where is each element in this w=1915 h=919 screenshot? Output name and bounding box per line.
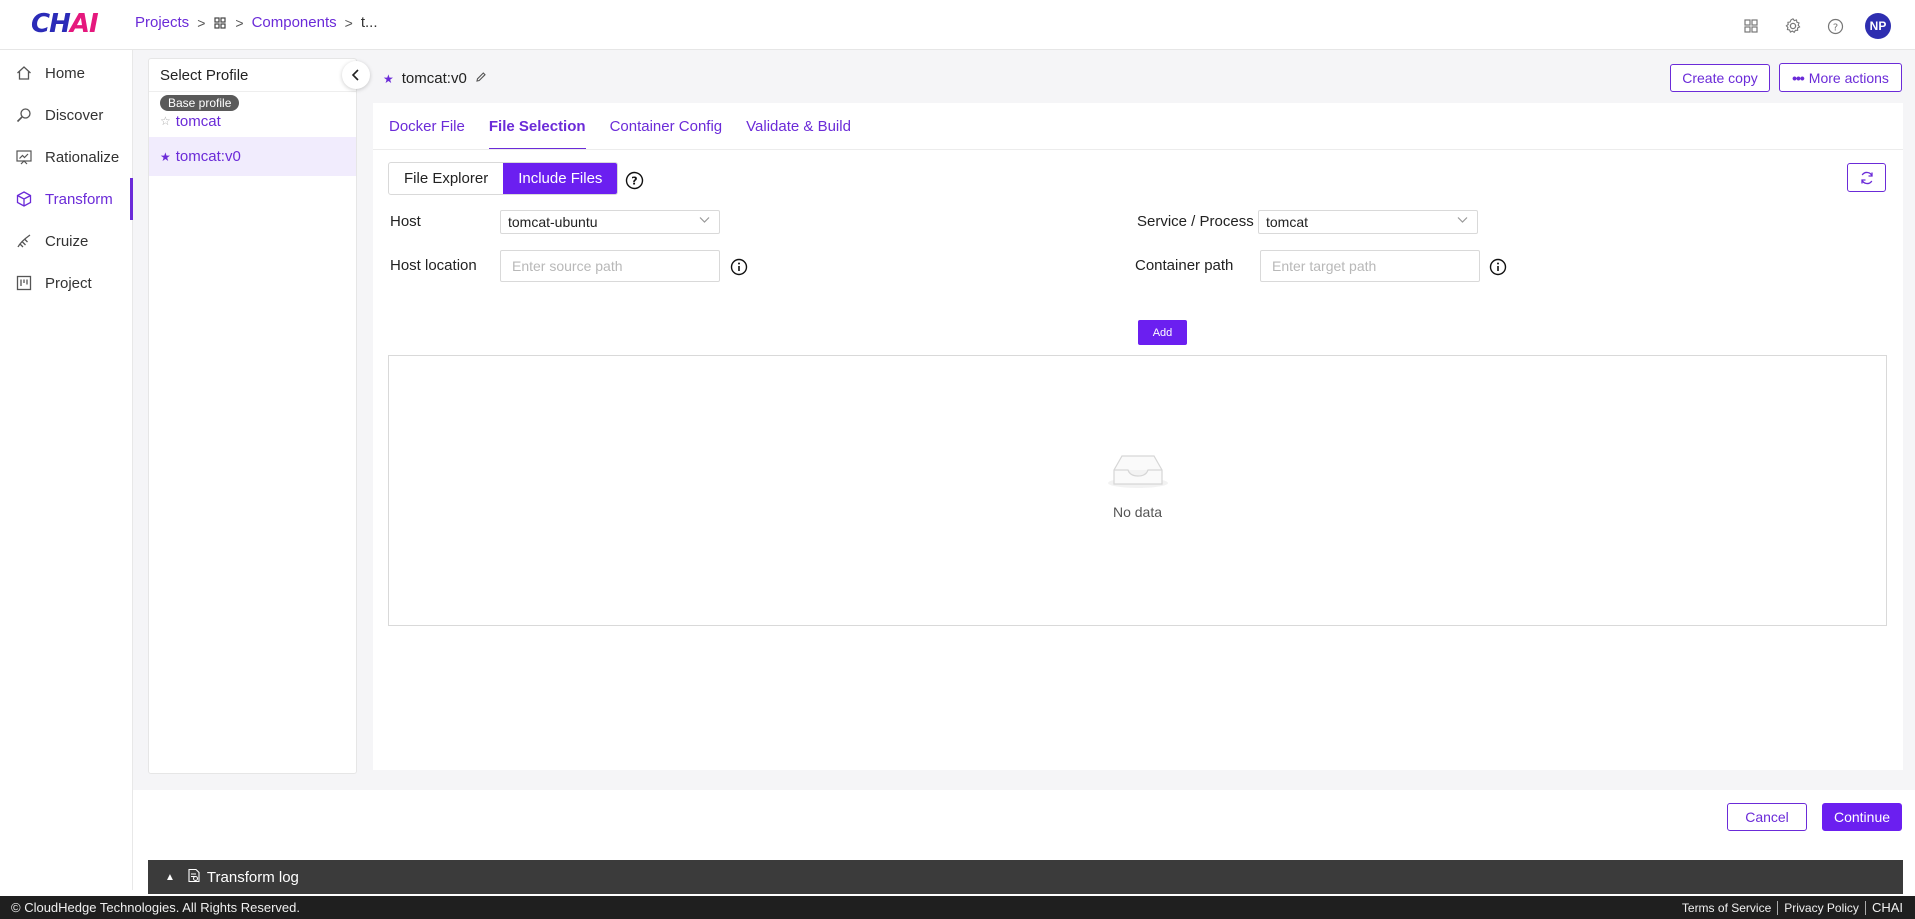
refresh-icon [1860, 171, 1873, 184]
sidebar-item-label: Rationalize [45, 148, 120, 166]
star-filled-icon: ★ [383, 71, 394, 86]
chevron-down-icon [1457, 215, 1468, 227]
footer-brand: CHAI [1871, 900, 1903, 915]
rationalize-icon [15, 148, 33, 166]
base-profile-badge: Base profile [160, 95, 240, 111]
top-icons: ? NP [1739, 13, 1891, 39]
footer-links: Terms of Service Privacy Policy CHAI [1676, 896, 1903, 919]
container-path-input[interactable] [1260, 250, 1480, 282]
continue-button[interactable]: Continue [1822, 803, 1902, 831]
more-dots-icon: ••• [1792, 69, 1805, 86]
transform-icon [15, 190, 33, 208]
view-toggle: File Explorer Include Files [388, 162, 619, 195]
sidebar-item-home[interactable]: Home [0, 52, 132, 94]
star-outline-icon[interactable]: ☆ [160, 114, 171, 128]
question-circle-icon[interactable]: ? [625, 171, 644, 190]
caret-up-icon: ▲ [165, 871, 175, 883]
refresh-button[interactable] [1847, 163, 1886, 192]
more-actions-button[interactable]: ••• More actions [1779, 63, 1902, 92]
tab-docker-file[interactable]: Docker File [389, 103, 465, 149]
breadcrumb: Projects > > Components > t... [135, 14, 377, 31]
sidebar: Home Discover Rationalize Transform Crui… [0, 50, 133, 890]
copyright-bar: © CloudHedge Technologies. All Rights Re… [0, 896, 1915, 919]
profile-item-tomcat[interactable]: Base profile ☆ tomcat [149, 92, 356, 131]
profile-panel: Select Profile Base profile ☆ tomcat ★ t… [148, 58, 357, 774]
profile-item-tomcat-v0[interactable]: ★ tomcat:v0 [149, 137, 356, 176]
breadcrumb-separator: > [197, 14, 206, 31]
inbox-empty-icon [1106, 448, 1170, 494]
chai-logo[interactable]: CHAI [31, 9, 99, 39]
gear-icon[interactable] [1781, 14, 1805, 38]
sidebar-item-label: Home [45, 64, 86, 82]
breadcrumb-separator: > [235, 14, 244, 31]
sidebar-item-transform[interactable]: Transform [0, 178, 133, 220]
tabs: Docker File File Selection Container Con… [389, 103, 875, 150]
service-select-value: tomcat [1266, 214, 1309, 230]
collapse-panel-button[interactable] [342, 61, 370, 89]
sidebar-item-rationalize[interactable]: Rationalize [0, 136, 132, 178]
apps-grid-icon[interactable] [1739, 14, 1763, 38]
profile-name: tomcat:v0 [175, 148, 241, 165]
sidebar-item-label: Discover [45, 106, 104, 124]
chevron-down-icon [699, 215, 710, 227]
page-title-row: ★ tomcat:v0 [383, 70, 487, 87]
container-path-label: Container path [1135, 257, 1234, 274]
sidebar-item-label: Cruize [45, 232, 89, 250]
top-bar: CHAI Projects > > Components > t... ? NP [0, 0, 1915, 50]
page-title: tomcat:v0 [401, 70, 467, 87]
tab-file-selection[interactable]: File Selection [488, 103, 586, 150]
copyright-text: © CloudHedge Technologies. All Rights Re… [11, 900, 301, 915]
tabs-divider [373, 149, 1903, 150]
pencil-icon[interactable] [475, 71, 487, 86]
transform-log-label: Transform log [206, 868, 299, 886]
profile-name: tomcat [175, 112, 221, 130]
empty-text: No data [1112, 504, 1163, 520]
add-button[interactable]: Add [1138, 320, 1187, 345]
sidebar-item-discover[interactable]: Discover [0, 94, 132, 136]
transform-log-bar[interactable]: ▲ Transform log [148, 860, 1903, 894]
sidebar-item-cruize[interactable]: Cruize [0, 220, 132, 262]
breadcrumb-components[interactable]: Components [252, 14, 337, 31]
svg-text:?: ? [631, 175, 637, 188]
breadcrumb-projects[interactable]: Projects [135, 14, 189, 31]
service-process-label: Service / Process [1137, 213, 1254, 230]
footer-actions [133, 790, 1915, 860]
cruize-icon [15, 232, 33, 250]
service-process-select[interactable]: tomcat [1258, 210, 1478, 234]
tab-container-config[interactable]: Container Config [610, 103, 723, 149]
profile-panel-title: Select Profile [149, 59, 356, 92]
host-location-input[interactable] [500, 250, 720, 282]
cancel-button[interactable]: Cancel [1727, 803, 1807, 831]
sidebar-item-label: Transform [45, 190, 113, 208]
host-select[interactable]: tomcat-ubuntu [500, 210, 720, 234]
sidebar-item-project[interactable]: Project [0, 262, 132, 304]
discover-icon [15, 106, 33, 124]
svg-text:?: ? [1832, 22, 1837, 33]
tab-validate-build[interactable]: Validate & Build [746, 103, 851, 149]
host-select-value: tomcat-ubuntu [508, 214, 598, 230]
host-location-label: Host location [390, 257, 477, 274]
empty-state: No data [389, 448, 1886, 520]
star-filled-icon[interactable]: ★ [160, 150, 171, 164]
help-icon[interactable]: ? [1823, 14, 1847, 38]
chevron-left-icon [351, 69, 359, 81]
host-label: Host [390, 213, 421, 230]
avatar[interactable]: NP [1865, 13, 1891, 39]
project-icon [15, 274, 33, 292]
grid-icon[interactable] [213, 16, 227, 30]
more-actions-label: More actions [1808, 69, 1889, 86]
breadcrumb-separator: > [344, 14, 353, 31]
info-icon[interactable] [730, 258, 748, 276]
file-explorer-toggle[interactable]: File Explorer [389, 163, 503, 194]
files-table: No data [388, 355, 1887, 626]
sidebar-item-label: Project [45, 274, 92, 292]
privacy-link[interactable]: Privacy Policy [1778, 900, 1866, 915]
include-files-toggle[interactable]: Include Files [503, 163, 618, 194]
terms-link[interactable]: Terms of Service [1676, 900, 1779, 915]
home-icon [15, 64, 33, 82]
log-document-icon [187, 868, 201, 887]
info-icon[interactable] [1489, 258, 1507, 276]
create-copy-button[interactable]: Create copy [1670, 64, 1770, 92]
breadcrumb-current: t... [360, 14, 378, 31]
